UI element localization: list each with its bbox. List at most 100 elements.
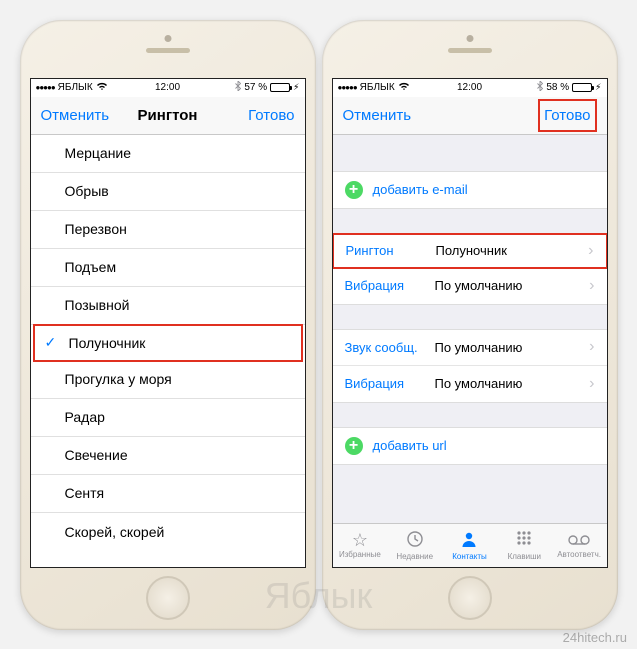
tab-favorites[interactable]: ☆ Избранные (333, 524, 388, 567)
chevron-right-icon: › (589, 277, 594, 295)
vibration-value: По умолчанию (435, 278, 590, 293)
add-url-cell[interactable]: + добавить url (333, 428, 607, 464)
ringtone-label: Рингтон (346, 243, 436, 258)
ringtone-label: Позывной (65, 297, 130, 313)
text-tone-group: Звук сообщ. По умолчанию › Вибрация По у… (333, 329, 607, 403)
keypad-icon (515, 530, 533, 551)
bluetooth-icon (235, 81, 241, 94)
wifi-icon (96, 82, 108, 94)
ringtone-row[interactable]: Свечение (31, 437, 305, 475)
vibration2-value: По умолчанию (435, 376, 590, 391)
text-tone-cell[interactable]: Звук сообщ. По умолчанию › (333, 330, 607, 366)
ringtone-row[interactable]: Позывной (31, 287, 305, 325)
speaker-slot (448, 48, 492, 53)
ringtone-list: Мерцание Обрыв Перезвон Подъем Позывной … (31, 135, 305, 567)
add-url-label: добавить url (373, 438, 447, 453)
phone-right: ●●●●● ЯБЛЫК 12:00 58 % ⚡︎ Отменить Готов… (322, 20, 618, 630)
plus-icon: + (345, 181, 363, 199)
wifi-icon (398, 82, 410, 94)
ringtone-row[interactable]: Перезвон (31, 211, 305, 249)
chevron-right-icon: › (588, 242, 593, 260)
battery-percent: 58 % (546, 82, 569, 93)
tab-recents[interactable]: Недавние (387, 524, 442, 567)
url-group: + добавить url (333, 427, 607, 465)
tab-label: Контакты (452, 552, 487, 561)
plus-icon: + (345, 437, 363, 455)
watermark-source: 24hitech.ru (563, 630, 627, 645)
battery-percent: 57 % (244, 82, 267, 93)
signal-dots-icon: ●●●●● (36, 83, 55, 92)
battery-icon (572, 83, 592, 92)
ringtone-row[interactable]: Подъем (31, 249, 305, 287)
charging-icon: ⚡︎ (293, 82, 299, 93)
tab-label: Клавиши (508, 552, 541, 561)
ringtone-label: Обрыв (65, 183, 109, 199)
cancel-button[interactable]: Отменить (343, 107, 412, 124)
carrier-label: ЯБЛЫК (58, 82, 93, 93)
ringtone-row[interactable]: Мерцание (31, 135, 305, 173)
status-bar: ●●●●● ЯБЛЫК 12:00 58 % ⚡︎ (333, 79, 607, 97)
vibration2-label: Вибрация (345, 376, 435, 391)
ringtone-label: Сентя (65, 485, 105, 501)
ringtone-row[interactable]: Прогулка у моря (31, 361, 305, 399)
ringtone-cell[interactable]: Рингтон Полуночник › (333, 233, 607, 269)
carrier-label: ЯБЛЫК (360, 82, 395, 93)
nav-title: Рингтон (138, 107, 198, 124)
signal-dots-icon: ●●●●● (338, 83, 357, 92)
ringtone-label: Прогулка у моря (65, 371, 172, 387)
clock-icon (406, 530, 424, 551)
vibration2-cell[interactable]: Вибрация По умолчанию › (333, 366, 607, 402)
contact-edit-content: + добавить e-mail Рингтон Полуночник › В… (333, 135, 607, 523)
battery-icon (270, 83, 290, 92)
ringtone-label: Полуночник (69, 335, 146, 351)
checkmark-icon: ✓ (45, 334, 57, 351)
ringtone-label: Свечение (65, 447, 128, 463)
star-icon: ☆ (352, 531, 368, 549)
ringtone-label: Радар (65, 409, 105, 425)
tab-keypad[interactable]: Клавиши (497, 524, 552, 567)
camera-dot (164, 35, 171, 42)
tab-contacts[interactable]: Контакты (442, 524, 497, 567)
tab-label: Автоответч. (557, 550, 601, 559)
contact-icon (460, 530, 478, 551)
vibration-cell[interactable]: Вибрация По умолчанию › (333, 268, 607, 304)
tab-label: Недавние (396, 552, 433, 561)
done-button[interactable]: Готово (248, 107, 294, 124)
tab-bar: ☆ Избранные Недавние Контакты Клавиши (333, 523, 607, 567)
chevron-right-icon: › (589, 338, 594, 356)
nav-bar: Отменить Готово (333, 97, 607, 135)
vibration-label: Вибрация (345, 278, 435, 293)
home-button[interactable] (146, 576, 190, 620)
status-time: 12:00 (155, 82, 180, 93)
speaker-slot (146, 48, 190, 53)
screen-left: ●●●●● ЯБЛЫК 12:00 57 % ⚡︎ Отменить Рингт… (30, 78, 306, 568)
phone-left: ●●●●● ЯБЛЫК 12:00 57 % ⚡︎ Отменить Рингт… (20, 20, 316, 630)
voicemail-icon (568, 531, 590, 549)
done-button[interactable]: Готово (538, 99, 596, 132)
chevron-right-icon: › (589, 375, 594, 393)
status-time: 12:00 (457, 82, 482, 93)
cancel-button[interactable]: Отменить (41, 107, 110, 124)
tab-voicemail[interactable]: Автоответч. (552, 524, 607, 567)
home-button[interactable] (448, 576, 492, 620)
camera-dot (466, 35, 473, 42)
text-tone-label: Звук сообщ. (345, 340, 435, 355)
ringtone-value: Полуночник (436, 243, 589, 258)
status-bar: ●●●●● ЯБЛЫК 12:00 57 % ⚡︎ (31, 79, 305, 97)
ringtone-row[interactable]: Радар (31, 399, 305, 437)
add-email-cell[interactable]: + добавить e-mail (333, 172, 607, 208)
ringtone-group: Рингтон Полуночник › Вибрация По умолчан… (333, 233, 607, 305)
bluetooth-icon (537, 81, 543, 94)
ringtone-row-selected[interactable]: ✓ Полуночник (33, 324, 303, 362)
ringtone-label: Скорей, скорей (65, 524, 165, 540)
ringtone-row[interactable]: Обрыв (31, 173, 305, 211)
tab-label: Избранные (339, 550, 381, 559)
ringtone-row[interactable]: Скорей, скорей (31, 513, 305, 551)
nav-bar: Отменить Рингтон Готово (31, 97, 305, 135)
text-tone-value: По умолчанию (435, 340, 590, 355)
email-group: + добавить e-mail (333, 171, 607, 209)
charging-icon: ⚡︎ (595, 82, 601, 93)
ringtone-row[interactable]: Сентя (31, 475, 305, 513)
ringtone-label: Перезвон (65, 221, 127, 237)
add-email-label: добавить e-mail (373, 182, 468, 197)
